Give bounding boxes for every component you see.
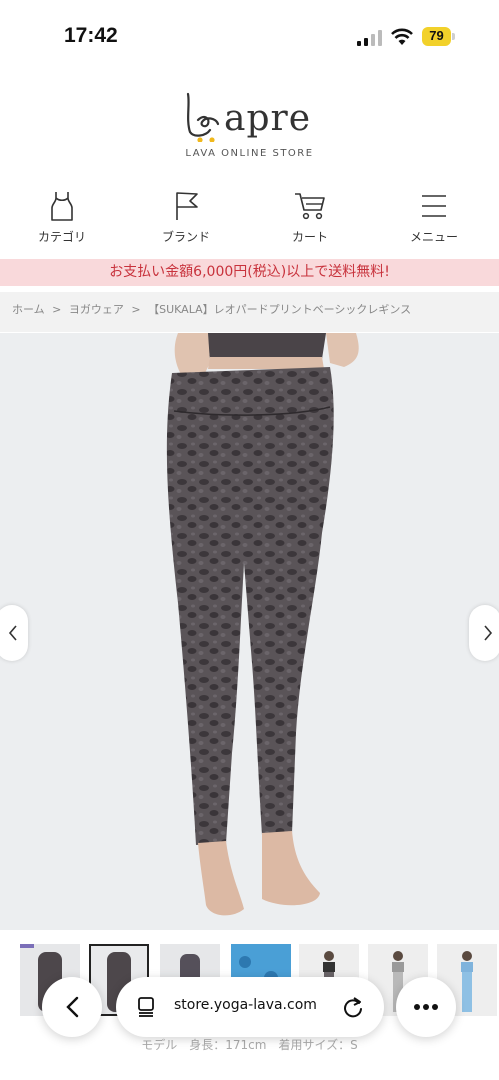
browser-address-bar[interactable]: store.yoga-lava.com	[116, 977, 384, 1037]
breadcrumb-separator: >	[131, 303, 141, 316]
nav-cart[interactable]: カート	[265, 186, 355, 252]
site-logo[interactable]: apre LAVA ONLINE STORE	[0, 86, 499, 166]
reload-icon[interactable]	[342, 995, 364, 1019]
browser-back-button[interactable]	[42, 977, 102, 1037]
cellular-signal-icon	[357, 30, 382, 46]
breadcrumb: ホーム > ヨガウェア > 【SUKALA】レオパードプリントベーシックレギンス	[0, 292, 499, 332]
breadcrumb-current: 【SUKALA】レオパードプリントベーシックレギンス	[148, 303, 412, 316]
free-shipping-banner[interactable]: お支払い金額6,000円(税込)以上で送料無料!	[0, 259, 499, 286]
wifi-icon	[391, 28, 413, 45]
model-info-caption: モデル 身長：171cm 着用サイズ：S	[141, 1038, 358, 1052]
status-time: 17:42	[64, 24, 118, 47]
image-next-button[interactable]	[469, 605, 499, 661]
nav-category-label: カテゴリ	[37, 230, 86, 244]
lapre-logo-mark-icon	[186, 92, 220, 142]
more-dots-icon	[414, 1004, 438, 1010]
battery-icon: 79	[422, 27, 456, 46]
nav-category[interactable]: カテゴリ	[17, 186, 107, 252]
product-main-image[interactable]	[0, 333, 499, 930]
nav-menu-label: メニュー	[409, 230, 458, 244]
battery-percent: 79	[429, 28, 444, 43]
breadcrumb-home[interactable]: ホーム	[12, 303, 45, 316]
breadcrumb-separator: >	[52, 303, 62, 316]
browser-more-button[interactable]	[396, 977, 456, 1037]
image-prev-button[interactable]	[0, 605, 28, 661]
cart-icon	[295, 193, 325, 220]
page-tabs-icon	[138, 997, 154, 1017]
chevron-left-icon	[66, 996, 79, 1018]
nav-menu[interactable]: メニュー	[389, 186, 479, 252]
hamburger-menu-icon	[422, 195, 446, 217]
tank-top-icon	[51, 192, 73, 221]
header-nav: カテゴリ ブランド カート メニュー	[0, 186, 499, 256]
leggings-photo-illustration	[0, 333, 499, 930]
nav-cart-label: カート	[291, 230, 328, 244]
browser-url: store.yoga-lava.com	[174, 997, 317, 1013]
nav-brand[interactable]: ブランド	[141, 186, 231, 252]
chevron-right-icon	[484, 625, 493, 641]
status-bar: 17:42 79	[0, 0, 499, 72]
nav-brand-label: ブランド	[161, 230, 210, 244]
flag-icon	[176, 192, 198, 220]
logo-subtitle: LAVA ONLINE STORE	[185, 148, 314, 159]
breadcrumb-yogawear[interactable]: ヨガウェア	[69, 303, 124, 316]
chevron-left-icon	[8, 625, 17, 641]
logo-wordmark: apre	[224, 98, 312, 139]
